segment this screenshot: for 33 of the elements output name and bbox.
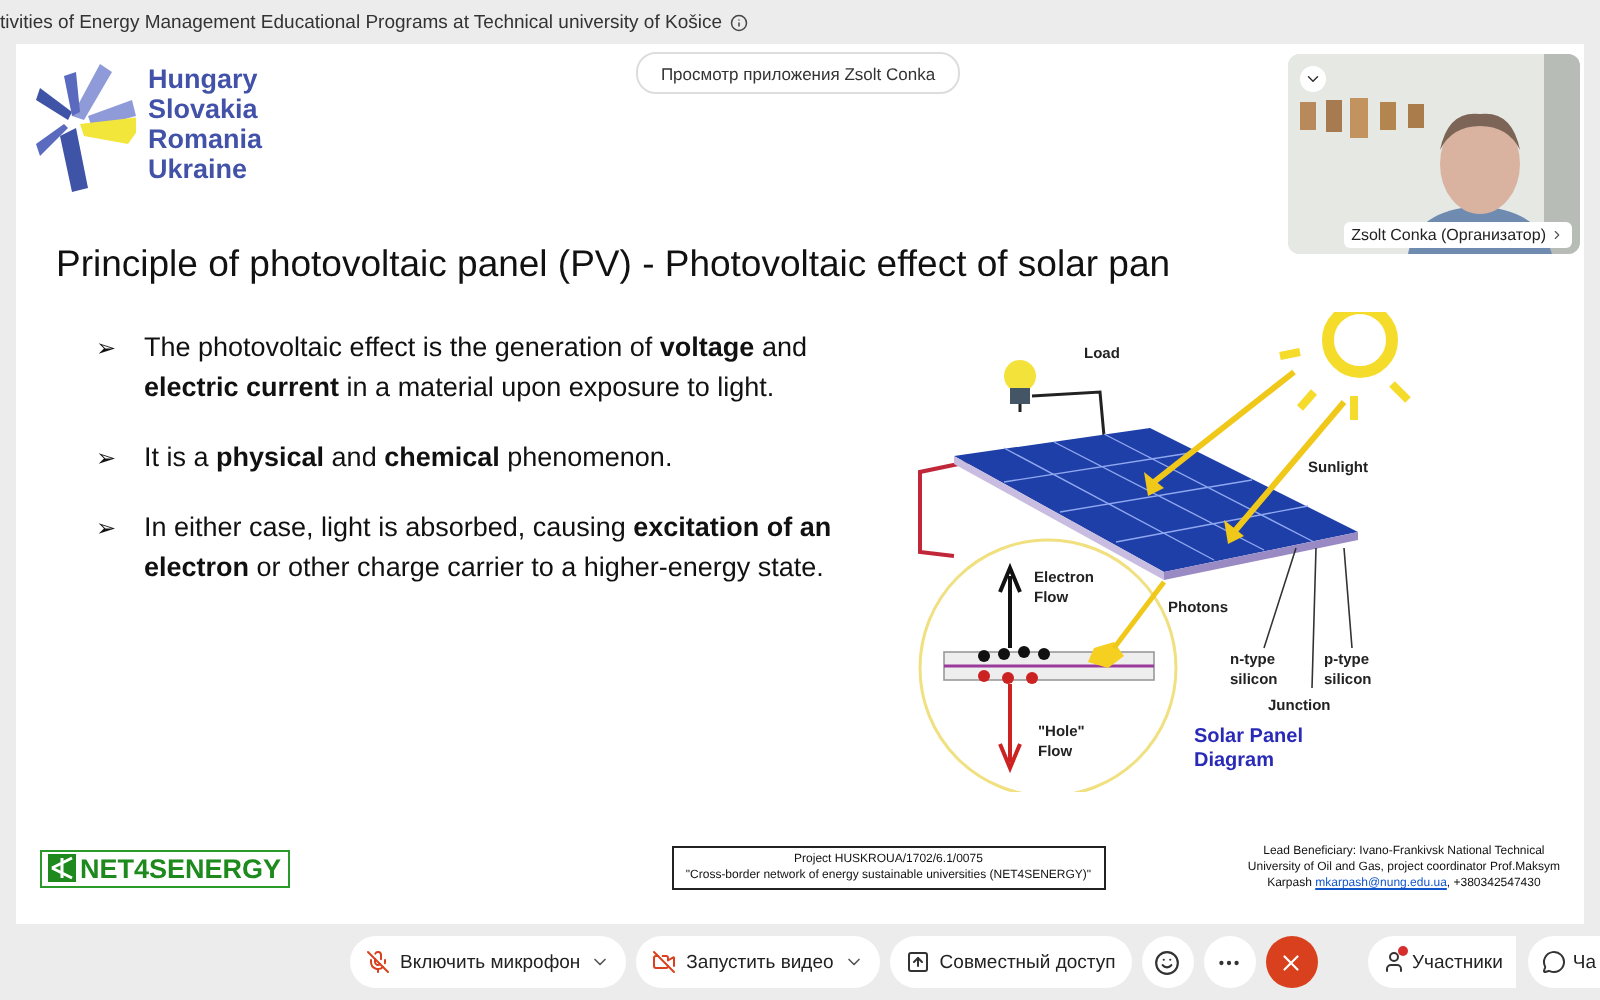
brand-logo: NET4SENERGY: [40, 849, 290, 887]
bullet-text: In either case, light is absorbed, causing excitation of an electron or other charge carrier to a higher-energy state.: [144, 510, 834, 586]
share-icon: [905, 950, 930, 974]
participant-name[interactable]: Zsolt Conka (Организатор): [1343, 222, 1572, 248]
chevron-right-icon: [1550, 228, 1564, 242]
slide-title: Principle of photovoltaic panel (PV) - Photovoltaic effect of solar pan: [54, 240, 1173, 288]
info-icon[interactable]: [730, 13, 749, 31]
chat-icon: [1542, 950, 1567, 974]
logo-text: Romania: [148, 124, 263, 154]
sharing-banner: Просмотр приложения Zsolt Conka: [636, 52, 960, 94]
logo-text: Hungary: [148, 64, 260, 94]
end-call-button[interactable]: [1265, 936, 1318, 988]
meeting-title: tivities of Energy Management Educational Programs at Technical university of Košice: [0, 11, 723, 33]
reactions-button[interactable]: [1141, 936, 1194, 988]
bullet-text: It is a physical and chemical phenomenon.: [144, 440, 673, 476]
video-off-icon: [652, 950, 677, 974]
logo-text: Slovakia: [148, 94, 260, 124]
participants-button[interactable]: Участники: [1367, 936, 1517, 988]
mic-button[interactable]: Включить микрофон: [350, 936, 627, 988]
share-button[interactable]: Совместный доступ: [889, 936, 1132, 988]
bullet-text: The photovoltaic effect is the generation of voltage and electric current in a material upon exposure to light.: [144, 330, 809, 406]
chat-button[interactable]: Ча: [1528, 936, 1600, 988]
close-icon: [1278, 949, 1305, 975]
smiley-icon: [1154, 949, 1181, 975]
bullet-marker: ➢: [96, 442, 116, 476]
bullet-marker: ➢: [96, 512, 116, 546]
diagram-caption: Solar Panel Diagram: [1194, 726, 1303, 772]
chevron-down-icon: [1304, 70, 1322, 88]
video-button[interactable]: Запустить видео: [636, 936, 880, 988]
bullet-marker: ➢: [96, 332, 116, 366]
logo-text: Ukraine: [148, 154, 250, 184]
person-icon: [1381, 950, 1406, 974]
muted-mic-icon: [366, 950, 390, 974]
